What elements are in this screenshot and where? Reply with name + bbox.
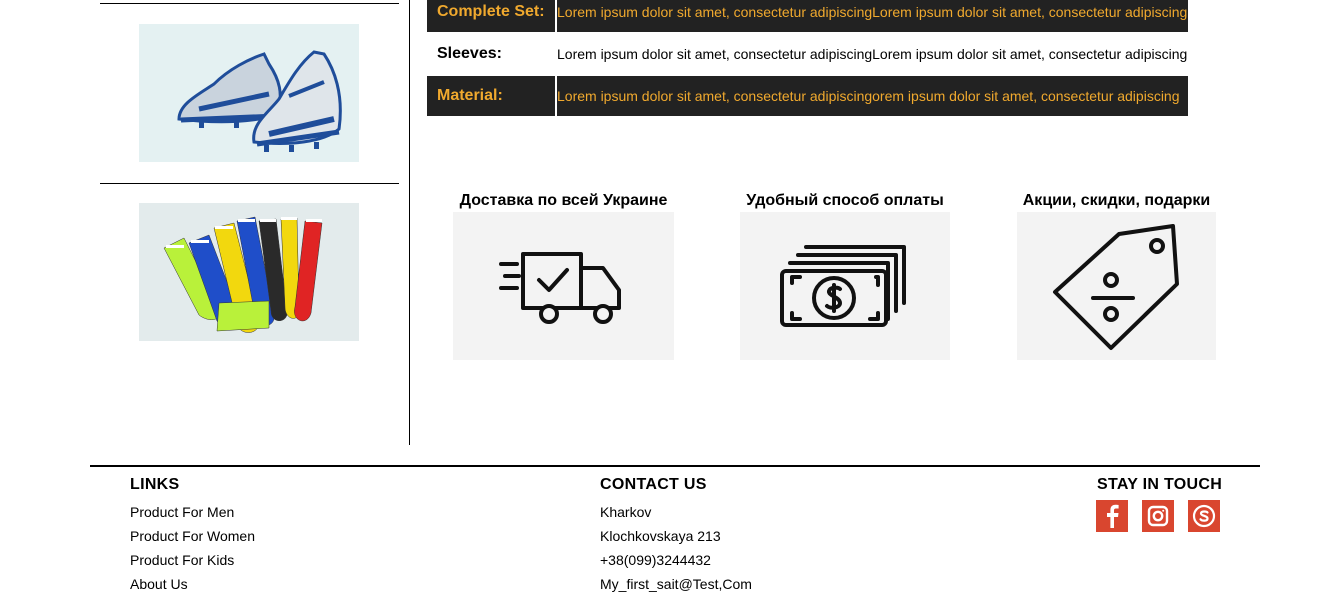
spec-label: Complete Set: (427, 0, 555, 32)
footer-link-about[interactable]: About Us (130, 572, 255, 596)
footer-links-heading: LINKS (130, 476, 180, 493)
facebook-icon[interactable] (1096, 500, 1128, 532)
spec-row-material: Material: Lorem ipsum dolor sit amet, co… (427, 76, 1188, 116)
spec-label: Sleeves: (427, 34, 555, 74)
spec-value: Lorem ipsum dolor sit amet, consectetur … (557, 34, 1188, 74)
footer-link-kids[interactable]: Product For Kids (130, 548, 255, 572)
football-boots-image[interactable] (139, 24, 359, 162)
footer-social: STAY IN TOUCH (1096, 476, 1223, 532)
footer-contact: CONTACT US Kharkov Klochkovskaya 213 +38… (600, 476, 752, 596)
money-icon (740, 212, 950, 360)
spec-row-sleeves: Sleeves: Lorem ipsum dolor sit amet, con… (427, 34, 1188, 74)
feature-title: Доставка по всей Украине (459, 192, 668, 209)
contact-email: My_first_sait@Test,Com (600, 576, 752, 592)
footer-links: LINKS Product For Men Product For Women … (130, 476, 255, 596)
feature-delivery: Доставка по всей Украине (453, 190, 674, 360)
football-socks-image[interactable] (139, 203, 359, 341)
instagram-icon[interactable] (1142, 500, 1174, 532)
spec-value: Lorem ipsum dolor sit amet, consectetur … (557, 0, 1188, 32)
spec-value: Lorem ipsum dolor sit amet, consectetur … (557, 76, 1188, 116)
contact-address: Klochkovskaya 213 (600, 528, 721, 544)
contact-phone: +38(099)3244432 (600, 552, 711, 568)
discount-tag-icon (1017, 212, 1216, 360)
spec-row-complete-set: Complete Set: Lorem ipsum dolor sit amet… (427, 0, 1188, 32)
footer-social-heading: STAY IN TOUCH (1097, 476, 1223, 493)
feature-payment: Удобный способ оплаты (740, 190, 950, 360)
footer-divider (90, 465, 1260, 467)
sidebar-divider (100, 183, 399, 184)
spec-label: Material: (427, 76, 555, 116)
feature-title: Удобный способ оплаты (746, 192, 944, 209)
product-sidebar (100, 0, 399, 445)
social-icons (1096, 500, 1222, 532)
skype-icon[interactable] (1188, 500, 1220, 532)
sidebar-divider (100, 3, 399, 4)
footer-contact-heading: CONTACT US (600, 476, 707, 493)
feature-discounts: Акции, скидки, подарки (1017, 190, 1216, 360)
content-divider (409, 0, 410, 445)
feature-title: Акции, скидки, подарки (1022, 192, 1211, 209)
footer-link-women[interactable]: Product For Women (130, 524, 255, 548)
contact-city: Kharkov (600, 504, 652, 520)
delivery-truck-icon (453, 212, 674, 360)
footer-link-men[interactable]: Product For Men (130, 500, 255, 524)
